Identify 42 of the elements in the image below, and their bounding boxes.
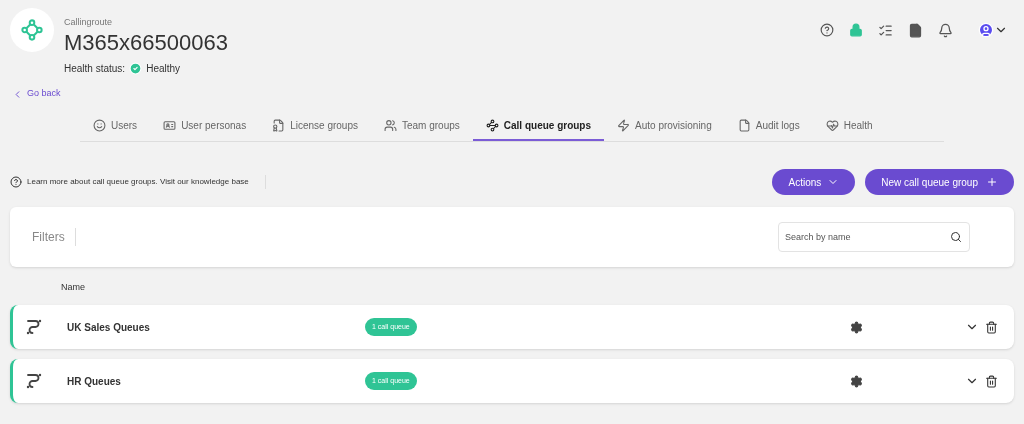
check-icon	[129, 61, 143, 75]
filters-label: Filters	[32, 228, 76, 246]
tab[interactable]: Audit logs	[724, 118, 813, 141]
group-name: HR Queues	[67, 374, 122, 389]
tab[interactable]: Health	[812, 118, 886, 141]
delete-icon[interactable]	[985, 320, 998, 334]
notification-icon[interactable]	[938, 22, 953, 38]
tab[interactable]: Users	[80, 118, 151, 141]
badge-document-icon	[272, 119, 286, 132]
smiley-icon	[93, 119, 106, 132]
group-name: UK Sales Queues	[67, 320, 151, 335]
settings-icon[interactable]	[850, 320, 863, 334]
delete-icon[interactable]	[985, 374, 998, 388]
actions-button[interactable]: Actions	[772, 169, 856, 195]
new-group-button[interactable]: New call queue group	[865, 169, 1014, 195]
settings-icon[interactable]	[850, 374, 863, 388]
health-status: Healthy	[146, 61, 181, 76]
help-icon[interactable]	[10, 176, 22, 188]
document-icon	[737, 119, 751, 132]
tab[interactable]: License groups	[259, 118, 371, 141]
tab[interactable]: User personas	[150, 118, 260, 141]
checklist-icon[interactable]	[878, 22, 893, 38]
tab[interactable]: Call queue groups	[472, 118, 605, 141]
health-label: Health status:	[64, 61, 126, 76]
back-link[interactable]: Go back	[12, 87, 61, 101]
org-label: Callingroute	[64, 16, 114, 29]
help-icon[interactable]	[820, 23, 834, 37]
tab[interactable]: Team groups	[371, 118, 473, 141]
id-card-icon	[163, 119, 177, 132]
search-field[interactable]: Search by name	[778, 222, 970, 252]
logo-icon	[10, 8, 54, 52]
search-icon	[950, 231, 962, 243]
info-text: Learn more about call queue groups. Visit our knowledge base	[27, 175, 266, 189]
plus-icon	[986, 176, 998, 188]
page-title: M365x66500063	[64, 29, 228, 56]
column-header: Name	[61, 281, 85, 295]
heart-pulse-icon	[825, 119, 839, 132]
avatar-icon[interactable]	[978, 22, 994, 38]
people-icon	[384, 119, 397, 132]
lightning-icon	[617, 119, 631, 132]
document-icon[interactable]	[908, 22, 923, 38]
tab[interactable]: Auto provisioning	[604, 118, 725, 141]
